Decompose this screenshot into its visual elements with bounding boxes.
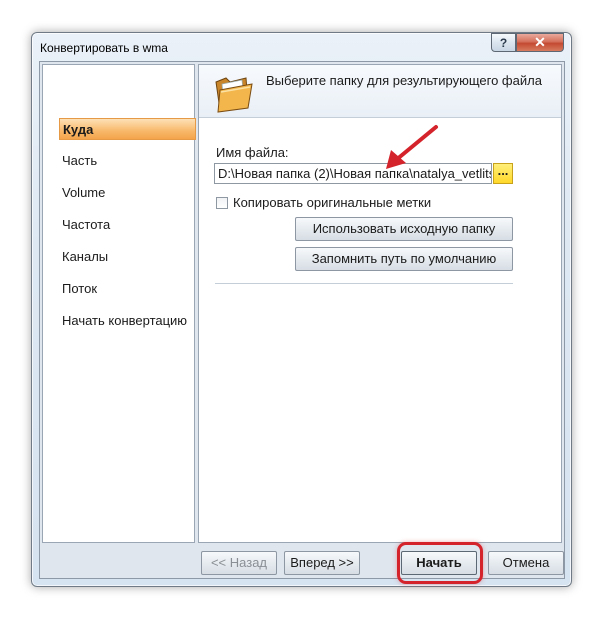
use-source-folder-button[interactable]: Использовать исходную папку [295,217,513,241]
step-header: Выберите папку для результирующего файла [199,65,561,118]
help-button[interactable]: ? [491,33,516,52]
content-panel: Выберите папку для результирующего файла… [198,64,562,543]
window-title: Конвертировать в wma [40,41,168,55]
folder-icon [215,77,253,113]
sidebar: Куда Часть Volume Частота Каналы Поток Н… [42,64,196,543]
red-arrow-icon [386,125,438,169]
close-button[interactable]: ✕ [516,33,564,52]
step-description: Выберите папку для результирующего файла [266,73,542,88]
sidebar-item-channels[interactable]: Каналы [62,246,196,268]
dialog-footer: << Назад Вперед >> Начать Отмена [40,542,564,584]
copy-tags-checkbox[interactable] [216,197,228,209]
start-button[interactable]: Начать [401,551,477,575]
divider [215,283,513,284]
sidebar-item-volume[interactable]: Volume [62,182,196,204]
title-bar[interactable]: Конвертировать в wma ? ✕ [32,33,571,61]
browse-button[interactable]: ... [493,163,513,184]
remember-default-path-button[interactable]: Запомнить путь по умолчанию [295,247,513,271]
convert-dialog: Конвертировать в wma ? ✕ Куда Часть Volu… [31,32,572,587]
file-path-input[interactable]: D:\Новая папка (2)\Новая папка\natalya_v… [214,163,492,184]
copy-tags-label[interactable]: Копировать оригинальные метки [233,195,431,210]
sidebar-item-part[interactable]: Часть [62,150,196,172]
cancel-button[interactable]: Отмена [488,551,564,575]
sidebar-item-bitrate[interactable]: Поток [62,278,196,300]
next-button[interactable]: Вперед >> [284,551,360,575]
dialog-client: Куда Часть Volume Частота Каналы Поток Н… [39,61,565,584]
back-button[interactable]: << Назад [201,551,277,575]
sidebar-item-frequency[interactable]: Частота [62,214,196,236]
sidebar-item-destination[interactable]: Куда [59,118,196,140]
sidebar-item-start-conversion[interactable]: Начать конвертацию [62,310,196,332]
file-name-label: Имя файла: [216,145,289,160]
